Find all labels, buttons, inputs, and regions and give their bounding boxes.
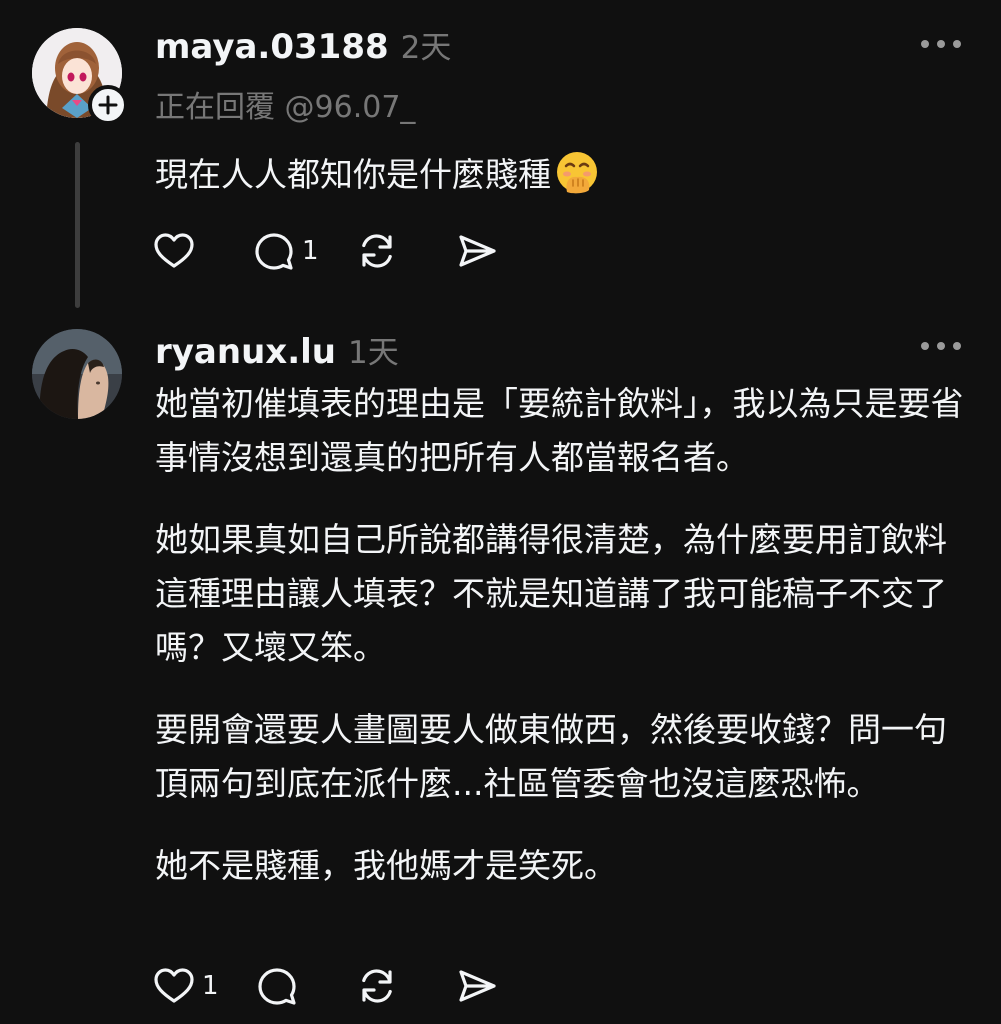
username[interactable]: ryanux.lu (155, 332, 336, 372)
send-icon (458, 970, 496, 1002)
repost-icon (361, 969, 392, 1003)
hand-over-mouth-emoji (557, 152, 597, 194)
more-horizontal-icon[interactable] (921, 34, 961, 54)
like-button[interactable]: 1 (152, 964, 219, 1008)
comment-button[interactable]: 1 (252, 229, 319, 273)
timestamp: 1天 (348, 335, 399, 371)
post-body: 現在人人都知你是什麼賤種 (155, 148, 965, 230)
comment-count: 1 (302, 236, 319, 266)
action-bar: 1 (152, 229, 555, 273)
repost-button[interactable] (355, 229, 419, 273)
thread-line (75, 142, 80, 308)
like-button[interactable] (152, 229, 216, 273)
action-bar: 1 (152, 964, 555, 1008)
post-paragraph: 她不是賤種，我他媽才是笑死。 (155, 846, 617, 885)
post-header: ryanux.lu 1天 (155, 327, 399, 372)
follow-button[interactable] (88, 85, 128, 125)
post-text: 現在人人都知你是什麼賤種 (155, 155, 551, 194)
share-button[interactable] (455, 964, 519, 1008)
post-body: 她當初催填表的理由是「要統計飲料」，我以為只是要省事情沒想到還真的把所有人都當報… (155, 377, 965, 921)
heart-icon (154, 968, 194, 1003)
like-count: 1 (202, 971, 219, 1001)
username[interactable]: maya.03188 (155, 27, 389, 67)
comment-button[interactable] (255, 964, 319, 1008)
repost-icon (361, 234, 392, 268)
repost-button[interactable] (355, 964, 419, 1008)
more-horizontal-icon[interactable] (921, 336, 961, 356)
comment-bubble-icon (255, 233, 293, 270)
comment-bubble-icon (257, 968, 296, 1005)
send-icon (458, 235, 496, 267)
reply-to-label[interactable]: 正在回覆 @96.07_ (155, 82, 415, 126)
plus-icon (98, 95, 118, 115)
post-paragraph: 她當初催填表的理由是「要統計飲料」，我以為只是要省事情沒想到還真的把所有人都當報… (155, 384, 964, 477)
post-paragraph: 要開會還要人畫圖要人做東做西，然後要收錢？問一句頂兩句到底在派什麼...社區管委… (155, 710, 947, 803)
reply-post: ryanux.lu 1天 她當初催填表的理由是「要統計飲料」，我以為只是要省事情… (0, 320, 1001, 1024)
avatar[interactable] (32, 329, 122, 419)
timestamp: 2天 (400, 30, 452, 66)
share-button[interactable] (455, 229, 519, 273)
heart-icon (154, 233, 194, 268)
reply-post: maya.03188 2天 正在回覆 @96.07_ 現在人人都知你是什麼賤種 (0, 0, 1001, 320)
post-paragraph: 她如果真如自己所說都講得很清楚，為什麼要用訂飲料這種理由讓人填表？不就是知道講了… (155, 520, 947, 667)
post-header: maya.03188 2天 (155, 22, 451, 67)
